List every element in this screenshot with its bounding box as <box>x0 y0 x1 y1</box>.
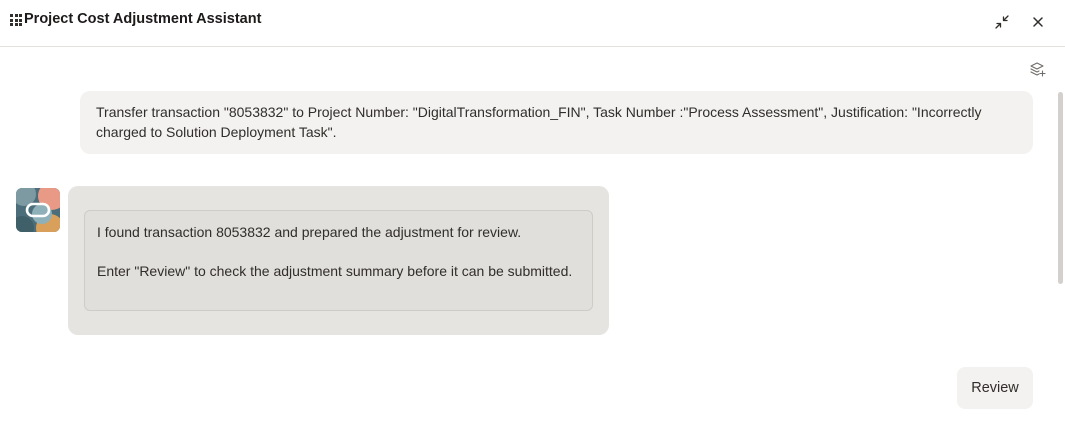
layers-add-icon <box>1030 62 1046 77</box>
assistant-message: I found transaction 8053832 and prepared… <box>68 186 609 335</box>
assistant-message-line-2: Enter "Review" to check the adjustment s… <box>97 263 573 279</box>
app-header: Project Cost Adjustment Assistant <box>0 0 1065 47</box>
review-button[interactable]: Review <box>957 367 1033 409</box>
scrollbar-thumb[interactable] <box>1058 92 1063 284</box>
minimize-button[interactable] <box>990 10 1014 34</box>
scrollbar[interactable] <box>1057 90 1065 438</box>
minimize-icon <box>995 15 1009 29</box>
new-conversation-button[interactable] <box>1027 59 1049 81</box>
user-message: Transfer transaction "8053832" to Projec… <box>80 91 1033 154</box>
assistant-message-line-1: I found transaction 8053832 and prepared… <box>97 224 522 240</box>
grid-menu-icon[interactable] <box>10 14 22 26</box>
user-message-text: Transfer transaction "8053832" to Projec… <box>96 104 982 140</box>
page-title: Project Cost Adjustment Assistant <box>24 11 262 27</box>
close-icon <box>1033 17 1043 27</box>
assistant-logo-icon <box>16 188 60 232</box>
assistant-avatar <box>16 188 60 232</box>
assistant-message-card: I found transaction 8053832 and prepared… <box>84 210 593 311</box>
close-button[interactable] <box>1026 10 1050 34</box>
